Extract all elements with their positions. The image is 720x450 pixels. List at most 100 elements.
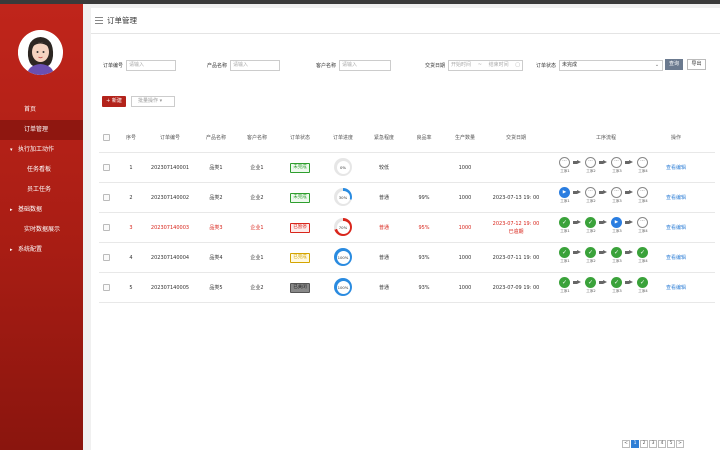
check-icon: ✓ <box>585 217 596 228</box>
check-icon: ✓ <box>637 277 648 288</box>
cell-order-no: 202307140005 <box>150 285 190 291</box>
step-label: 工序3 <box>612 169 622 173</box>
process-step[interactable]: ✓ 工序1 <box>559 277 571 294</box>
arrow-right-icon <box>573 280 581 286</box>
process-step[interactable]: ✓ 工序4 <box>637 247 649 264</box>
menu-icon[interactable] <box>95 17 103 24</box>
avatar[interactable] <box>18 30 63 75</box>
sidebar-item-realtime-data[interactable]: 实时数据展示 <box>0 220 83 240</box>
batch-action-dropdown[interactable]: 批量操作 ▾ <box>131 96 175 107</box>
view-edit-link[interactable]: 查看编辑 <box>659 243 693 273</box>
process-step[interactable]: ✓ 工序3 <box>611 247 623 264</box>
process-step[interactable]: ▶ 工序1 <box>559 187 571 204</box>
overdue-note: 已逾期 <box>508 229 524 235</box>
next-page-button[interactable]: > <box>676 440 684 448</box>
process-step[interactable]: ✓ 工序3 <box>611 277 623 294</box>
process-step[interactable]: ··· 工序4 <box>637 157 649 174</box>
sidebar-item-execute-processing[interactable]: ▾ 执行加工动作 <box>0 140 83 160</box>
page-button-2[interactable]: 2 <box>640 440 648 448</box>
product-name-input[interactable]: 请输入 <box>230 59 281 71</box>
cell-qty: 1000 <box>458 195 472 201</box>
sidebar-item-basic-data[interactable]: ▸ 基础数据 <box>0 200 83 220</box>
sidebar-item-task-board[interactable]: 任务看板 <box>0 160 83 180</box>
page-button-3[interactable]: 3 <box>649 440 657 448</box>
filter-order-status: 订单状态 未完成 ⌄ <box>536 59 664 71</box>
cell-urgency: 普通 <box>378 195 389 201</box>
cell-yield <box>409 153 439 183</box>
view-edit-link[interactable]: 查看编辑 <box>659 183 693 213</box>
sidebar-item-order-management[interactable]: 订单管理 <box>0 120 83 140</box>
prev-page-button[interactable]: < <box>622 440 630 448</box>
process-step[interactable]: ✓ 工序4 <box>637 277 649 294</box>
filter-order-no: 订单编号 请输入 <box>103 59 177 71</box>
cell-idx: 1 <box>129 165 133 171</box>
filter-bar: 订单编号 请输入 产品名称 请输入 客户名称 请输入 交货日期 开始时间 ~ 结… <box>103 59 719 71</box>
new-order-button[interactable]: + 新建 <box>102 96 126 107</box>
process-step[interactable]: ✓ 工序1 <box>559 217 571 234</box>
process-step[interactable]: ✓ 工序2 <box>585 277 597 294</box>
page-button-4[interactable]: 4 <box>658 440 666 448</box>
process-step[interactable]: ✓ 工序2 <box>585 217 597 234</box>
arrow-right-icon <box>573 250 581 256</box>
check-icon: ✓ <box>559 247 570 258</box>
cell-yield: 93% <box>418 285 430 291</box>
row-checkbox[interactable] <box>103 194 110 201</box>
chevron-down-icon: ⌄ <box>654 61 660 68</box>
process-step[interactable]: ✓ 工序2 <box>585 247 597 264</box>
process-step[interactable]: ··· 工序4 <box>637 217 649 234</box>
status-badge: 已关闭 <box>290 282 310 293</box>
process-step[interactable]: ✓ 工序1 <box>559 247 571 264</box>
cell-qty: 1000 <box>458 285 472 291</box>
sidebar-item-home[interactable]: 首页 <box>0 100 83 120</box>
view-edit-link[interactable]: 查看编辑 <box>659 273 693 303</box>
row-checkbox[interactable] <box>103 224 110 231</box>
step-label: 工序1 <box>560 289 570 293</box>
customer-name-input[interactable]: 请输入 <box>339 59 392 71</box>
date-range-input[interactable]: 开始时间 ~ 结束时间 ▢ <box>448 59 524 71</box>
export-button[interactable]: 导出 <box>687 59 706 70</box>
process-step[interactable]: ··· 工序4 <box>637 187 649 204</box>
view-edit-link[interactable]: 查看编辑 <box>659 213 693 243</box>
process-step[interactable]: ··· 工序1 <box>559 157 571 174</box>
page-title: 订单管理 <box>107 16 137 25</box>
page-button-5[interactable]: 5 <box>667 440 675 448</box>
row-checkbox[interactable] <box>103 254 110 261</box>
row-checkbox[interactable] <box>103 284 110 291</box>
order-no-input[interactable]: 请输入 <box>126 59 177 71</box>
col-header: 订单状态 <box>289 135 310 141</box>
sidebar-item-employee-tasks[interactable]: 员工任务 <box>0 180 83 200</box>
process-step[interactable]: ··· 工序2 <box>585 157 597 174</box>
table-row: 4 202307140004 品类4 企业1 普通 93% 1000 已完成 100% 2023-… <box>99 243 715 273</box>
col-header: 生产数量 <box>454 135 475 141</box>
process-step[interactable]: ··· 工序3 <box>611 157 623 174</box>
cell-date: 2023-07-13 19: 00 <box>486 183 546 213</box>
sidebar-item-system-config[interactable]: ▸ 系统配置 <box>0 240 83 260</box>
filter-product: 产品名称 请输入 <box>207 59 281 71</box>
row-checkbox[interactable] <box>103 164 110 171</box>
select-all-checkbox[interactable] <box>103 134 110 141</box>
cell-qty: 1000 <box>458 225 472 231</box>
cell-customer: 企业1 <box>250 165 264 171</box>
step-label: 工序3 <box>612 289 622 293</box>
process-step[interactable]: ··· 工序3 <box>611 187 623 204</box>
view-edit-link[interactable]: 查看编辑 <box>659 153 693 183</box>
process-step[interactable]: ▶ 工序3 <box>611 217 623 234</box>
cell-status: 未完成 <box>283 183 317 213</box>
order-status-select[interactable]: 未完成 ⌄ <box>559 59 664 71</box>
arrow-right-icon <box>573 220 581 226</box>
table-row: 3 202307140003 品类3 企业1 普通 95% 1000 已暂停 70% 2023-0… <box>99 213 715 243</box>
sidebar-item-label: 基础数据 <box>18 206 43 213</box>
col-header: 订单进度 <box>332 135 353 141</box>
cell-status: 未完成 <box>283 153 317 183</box>
progress-ring: 0% <box>334 158 352 176</box>
page-button-1[interactable]: 1 <box>631 440 639 448</box>
col-header: 紧急程度 <box>373 135 394 141</box>
step-label: 工序1 <box>560 259 570 263</box>
cell-order-no: 202307140004 <box>150 255 190 261</box>
cell-idx: 4 <box>129 255 133 261</box>
chevron-down-icon: ▾ <box>10 147 13 153</box>
search-button[interactable]: 查询 <box>665 59 683 70</box>
sidebar-nav: 首页 订单管理 ▾ 执行加工动作 任务看板 员工任务 ▸ 基础数据 实时数据展示 ▸… <box>0 100 83 260</box>
progress-label: 30% <box>336 190 350 204</box>
process-step[interactable]: ··· 工序2 <box>585 187 597 204</box>
